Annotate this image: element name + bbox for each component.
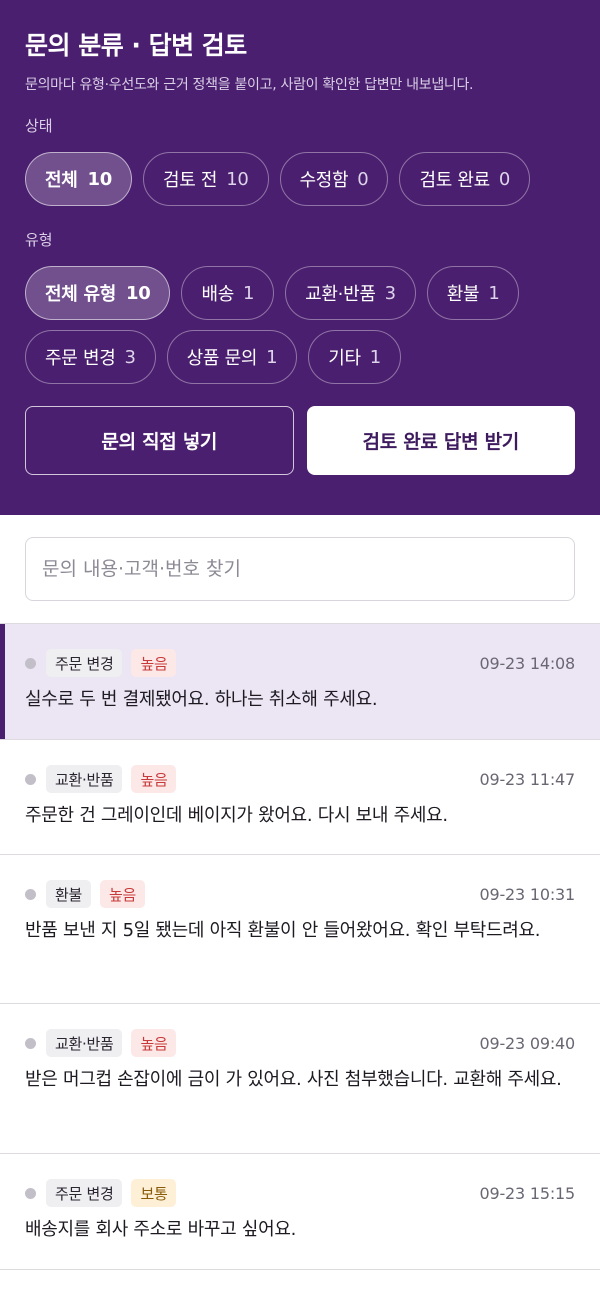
- type-tag: 환불: [46, 880, 92, 908]
- chip-label: 환불: [446, 284, 480, 305]
- unread-dot-icon: [25, 1187, 36, 1199]
- priority-tag: 높음: [131, 765, 177, 793]
- search-bar: [0, 515, 600, 624]
- inquiry-meta: 교환·반품 높음 09-23 09:40: [25, 1029, 575, 1057]
- type-chip-all[interactable]: 전체 유형 10: [25, 266, 171, 320]
- status-chip-all[interactable]: 전체 10: [25, 152, 132, 206]
- inquiry-time: 09-23 10:31: [479, 884, 576, 904]
- status-chip-pending[interactable]: 검토 전 10: [142, 152, 269, 206]
- chip-count: 1: [243, 282, 255, 304]
- chip-label: 주문 변경: [45, 348, 116, 369]
- chip-label: 기타: [328, 348, 361, 369]
- chip-count: 0: [498, 168, 511, 190]
- inquiry-meta: 환불 높음 09-23 10:31: [25, 880, 575, 908]
- status-filter-chips: 전체 10 검토 전 10 수정함 0 검토 완료 0: [25, 152, 575, 206]
- chip-label: 배송: [201, 284, 234, 305]
- add-inquiry-button[interactable]: 문의 직접 넣기: [25, 406, 294, 475]
- inquiry-meta: 교환·반품 높음 09-23 11:47: [25, 765, 575, 793]
- type-filter-label: 유형: [25, 231, 53, 249]
- chip-count: 1: [488, 282, 500, 304]
- priority-tag: 높음: [131, 1029, 177, 1057]
- chip-label: 상품 문의: [186, 348, 258, 369]
- inquiry-time: 09-23 14:08: [479, 653, 576, 673]
- inquiry-text: 실수로 두 번 결제됐어요. 하나는 취소해 주세요.: [25, 689, 378, 710]
- chip-count: 10: [126, 282, 151, 304]
- type-chip-refund[interactable]: 환불 1: [426, 266, 520, 320]
- type-chip-other[interactable]: 기타 1: [308, 330, 401, 384]
- chip-label: 검토 완료: [419, 170, 490, 191]
- inquiry-time: 09-23 15:15: [479, 1183, 576, 1203]
- type-tag: 주문 변경: [46, 1179, 123, 1207]
- status-chip-edited[interactable]: 수정함 0: [279, 152, 389, 206]
- search-input[interactable]: [42, 558, 558, 580]
- inquiry-text: 반품 보낸 지 5일 됐는데 아직 환불이 안 들어왔어요. 확인 부탁드려요.: [25, 920, 541, 941]
- type-chip-order-change[interactable]: 주문 변경 3: [25, 330, 156, 384]
- unread-dot-icon: [25, 1037, 36, 1049]
- header-panel: 문의 분류 · 답변 검토 문의마다 유형·우선도와 근거 정책을 붙이고, 사…: [0, 0, 600, 515]
- status-chip-reviewed[interactable]: 검토 완료 0: [399, 152, 531, 206]
- chip-count: 3: [384, 282, 396, 304]
- priority-tag: 높음: [100, 880, 146, 908]
- inquiry-list: 주문 변경 높음 09-23 14:08 실수로 두 번 결제됐어요. 하나는 …: [0, 624, 600, 1270]
- inquiry-time: 09-23 09:40: [479, 1033, 576, 1053]
- chip-label: 교환·반품: [305, 284, 376, 305]
- chip-count: 10: [226, 168, 249, 190]
- type-chip-product-question[interactable]: 상품 문의 1: [166, 330, 298, 384]
- inquiry-item[interactable]: 주문 변경 높음 09-23 14:08 실수로 두 번 결제됐어요. 하나는 …: [0, 624, 600, 740]
- inquiry-text: 주문한 건 그레이인데 베이지가 왔어요. 다시 보내 주세요.: [25, 805, 448, 826]
- inquiry-text: 배송지를 회사 주소로 바꾸고 싶어요.: [25, 1219, 297, 1240]
- priority-tag: 보통: [131, 1179, 177, 1207]
- search-box: [25, 537, 575, 601]
- inquiry-text: 받은 머그컵 손잡이에 금이 가 있어요. 사진 첨부했습니다. 교환해 주세요…: [25, 1069, 562, 1090]
- chip-count: 1: [266, 346, 278, 368]
- type-tag: 교환·반품: [46, 1029, 123, 1057]
- page-subtitle: 문의마다 유형·우선도와 근거 정책을 붙이고, 사람이 확인한 답변만 내보냅…: [25, 77, 474, 93]
- status-filter-label: 상태: [25, 117, 53, 135]
- inquiry-item[interactable]: 교환·반품 높음 09-23 09:40 받은 머그컵 손잡이에 금이 가 있어…: [0, 1004, 600, 1154]
- type-chip-exchange-return[interactable]: 교환·반품 3: [285, 266, 416, 320]
- unread-dot-icon: [25, 888, 36, 900]
- chip-label: 전체: [45, 170, 78, 191]
- chip-count: 1: [369, 346, 381, 368]
- type-tag: 주문 변경: [46, 649, 123, 677]
- page-title: 문의 분류 · 답변 검토: [25, 31, 247, 60]
- inquiry-item[interactable]: 환불 높음 09-23 10:31 반품 보낸 지 5일 됐는데 아직 환불이 …: [0, 855, 600, 1004]
- unread-dot-icon: [25, 657, 36, 669]
- inquiry-meta: 주문 변경 높음 09-23 14:08: [25, 649, 575, 677]
- chip-label: 전체 유형: [45, 284, 117, 305]
- unread-dot-icon: [25, 773, 36, 785]
- inquiry-meta: 주문 변경 보통 09-23 15:15: [25, 1179, 575, 1207]
- get-reviewed-answers-button[interactable]: 검토 완료 답변 받기: [306, 406, 575, 475]
- chip-count: 0: [357, 168, 369, 190]
- inquiry-time: 09-23 11:47: [479, 769, 576, 789]
- type-tag: 교환·반품: [46, 765, 123, 793]
- type-filter-chips: 전체 유형 10 배송 1 교환·반품 3 환불 1 주문 변경 3 상품 문의…: [25, 266, 575, 384]
- chip-label: 검토 전: [162, 170, 218, 191]
- type-chip-shipping[interactable]: 배송 1: [181, 266, 275, 320]
- chip-count: 3: [124, 346, 136, 368]
- priority-tag: 높음: [131, 649, 177, 677]
- inquiry-item[interactable]: 주문 변경 보통 09-23 15:15 배송지를 회사 주소로 바꾸고 싶어요…: [0, 1154, 600, 1270]
- inquiry-item[interactable]: 교환·반품 높음 09-23 11:47 주문한 건 그레이인데 베이지가 왔어…: [0, 740, 600, 855]
- action-buttons: 문의 직접 넣기 검토 완료 답변 받기: [25, 406, 575, 475]
- chip-label: 수정함: [299, 170, 349, 191]
- chip-count: 10: [87, 168, 113, 190]
